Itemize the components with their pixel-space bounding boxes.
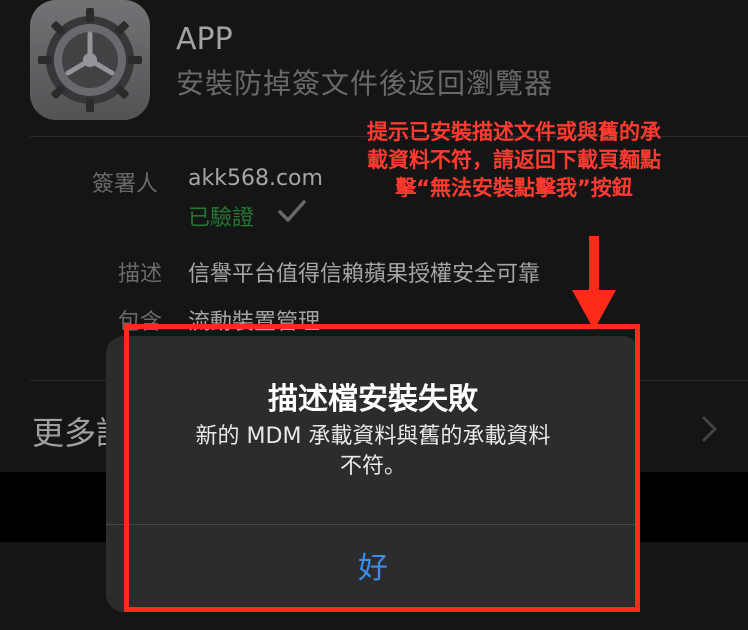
settings-gear-icon (38, 8, 142, 112)
annotation-line: 擊“無法安裝點擊我”按鈕 (395, 176, 633, 200)
checkmark-icon (278, 200, 306, 222)
description-value: 信譽平台值得信賴蘋果授權安全可靠 (188, 262, 541, 287)
annotation-line: 提示已安裝描述文件或與舊的承 (367, 120, 661, 144)
verified-status: 已驗證 (188, 206, 255, 231)
app-subtitle: 安裝防掉簽文件後返回瀏覽器 (176, 67, 554, 100)
instruction-annotation: 提示已安裝描述文件或與舊的承 載資料不符，請返回下載頁麵點 擊“無法安裝點擊我”… (330, 118, 698, 202)
signer-label: 簽署人 (92, 172, 159, 197)
annotation-line: 載資料不符，請返回下載頁麵點 (367, 148, 661, 172)
down-arrow-icon (572, 236, 616, 330)
highlight-box (124, 324, 640, 612)
signer-value: akk568.com (188, 166, 323, 191)
app-icon (30, 0, 150, 120)
chevron-right-icon[interactable] (700, 414, 720, 444)
description-label: 描述 (118, 262, 163, 287)
app-title: APP (176, 22, 233, 57)
